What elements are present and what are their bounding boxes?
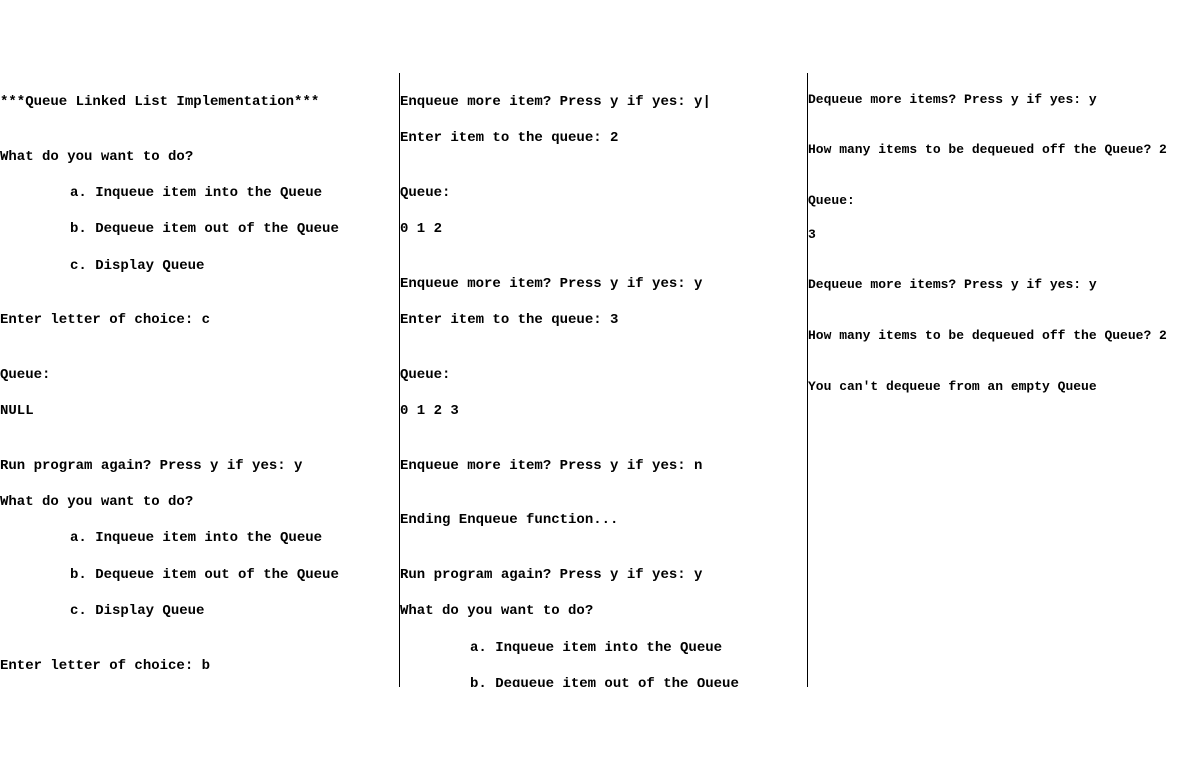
output-line: Enqueue more item? Press y if yes: y| — [400, 93, 807, 111]
output-line: Dequeue more items? Press y if yes: y — [808, 277, 1200, 294]
output-column-1: ***Queue Linked List Implementation*** W… — [0, 73, 400, 687]
output-line: a. Inqueue item into the Queue — [0, 184, 399, 202]
output-line: Queue: — [400, 366, 807, 384]
output-line: Dequeue more items? Press y if yes: y — [808, 92, 1200, 109]
output-line: Run program again? Press y if yes: y — [400, 566, 807, 584]
output-line: What do you want to do? — [0, 148, 399, 166]
output-line: What do you want to do? — [0, 493, 399, 511]
output-line: Enter letter of choice: b — [0, 657, 399, 675]
output-column-2: Enqueue more item? Press y if yes: y| En… — [400, 73, 808, 687]
output-line: Enter letter of choice: c — [0, 311, 399, 329]
output-line: ***Queue Linked List Implementation*** — [0, 93, 399, 111]
output-line: a. Inqueue item into the Queue — [400, 639, 807, 657]
output-line: Ending Enqueue function... — [400, 511, 807, 529]
output-line: 0 1 2 — [400, 220, 807, 238]
output-line: How many items to be dequeued off the Qu… — [808, 328, 1200, 345]
output-line: How many items to be dequeued off the Qu… — [808, 142, 1200, 159]
output-line: NULL — [0, 402, 399, 420]
output-line: c. Display Queue — [0, 257, 399, 275]
output-line: What do you want to do? — [400, 602, 807, 620]
output-line: 3 — [808, 227, 1200, 244]
output-line: c. Display Queue — [0, 602, 399, 620]
output-line: 0 1 2 3 — [400, 402, 807, 420]
output-line: Enqueue more item? Press y if yes: n — [400, 457, 807, 475]
output-line: Enter item to the queue: 2 — [400, 129, 807, 147]
output-line: Run program again? Press y if yes: y — [0, 457, 399, 475]
output-line: b. Dequeue item out of the Queue — [0, 566, 399, 584]
output-line: Enter item to the queue: 3 — [400, 311, 807, 329]
output-line: b. Dequeue item out of the Queue — [0, 220, 399, 238]
output-line: Queue: — [400, 184, 807, 202]
output-column-3: Dequeue more items? Press y if yes: y Ho… — [808, 73, 1200, 687]
terminal-output: ***Queue Linked List Implementation*** W… — [0, 73, 1200, 687]
output-line: You can't dequeue from an empty Queue — [808, 379, 1200, 396]
output-line: b. Dequeue item out of the Queue — [400, 675, 807, 687]
output-line: Queue: — [0, 366, 399, 384]
output-line: a. Inqueue item into the Queue — [0, 529, 399, 547]
output-line: Queue: — [808, 193, 1200, 210]
output-line: Enqueue more item? Press y if yes: y — [400, 275, 807, 293]
